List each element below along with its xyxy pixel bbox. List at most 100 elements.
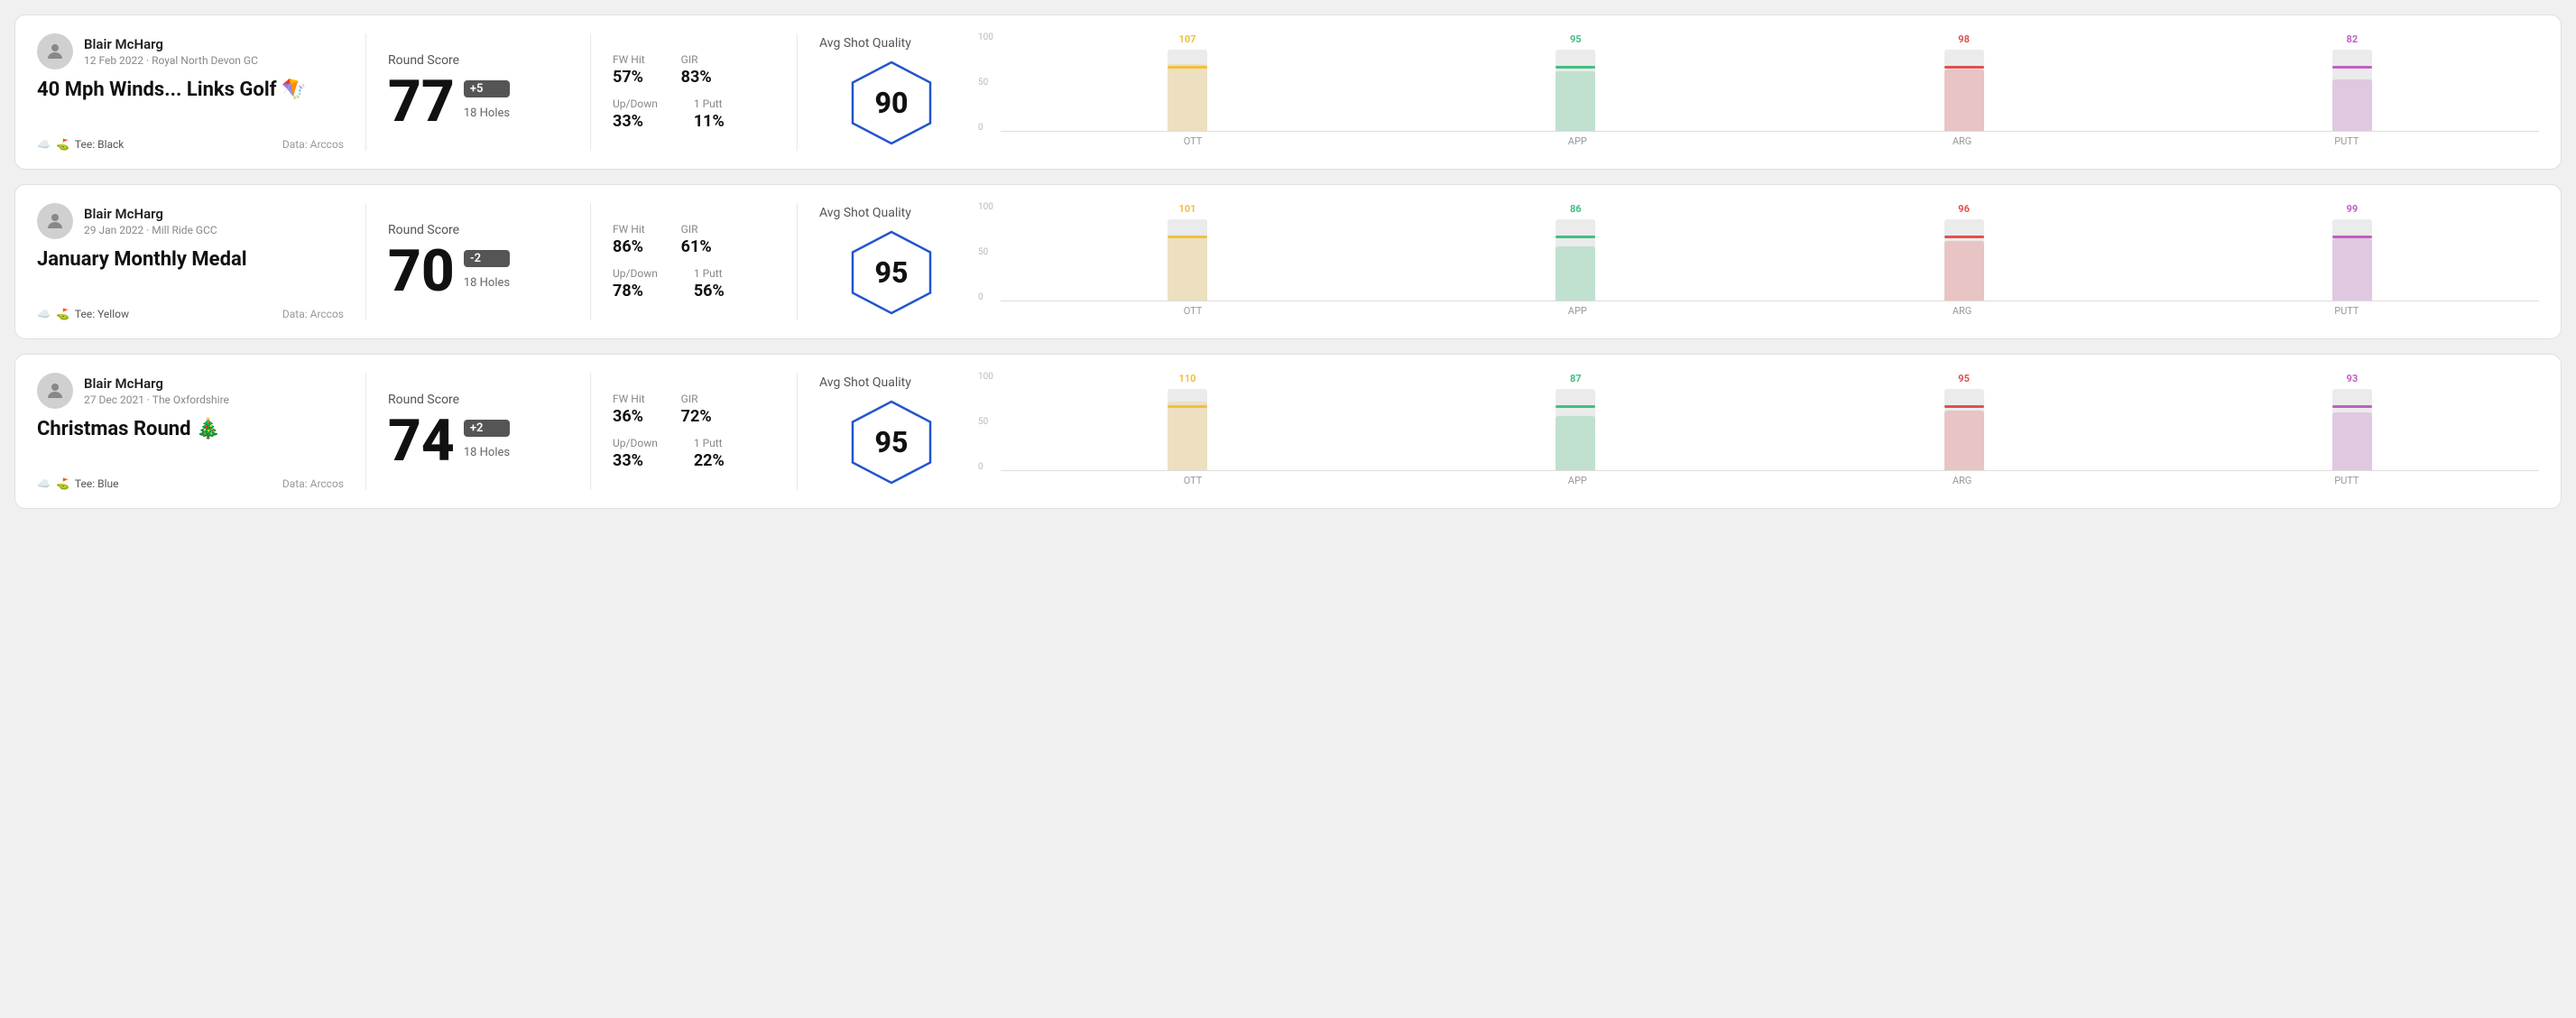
cloud-icon: ☁️ [37, 477, 51, 490]
stat-oneputt: 1 Putt 11% [694, 97, 725, 131]
bar-group-putt: 93 [2165, 373, 2539, 470]
bar-value: 93 [2347, 373, 2359, 384]
gir-label: GIR [681, 393, 712, 405]
updown-value: 33% [613, 112, 658, 131]
card-chart: 100 50 0 110 87 [964, 373, 2539, 490]
stat-gir: GIR 83% [681, 53, 712, 87]
card-score: Round Score 74 +2 18 Holes [388, 373, 568, 490]
stats-row-1: FW Hit 86% GIR 61% [613, 223, 775, 256]
user-name: Blair McHarg [84, 206, 217, 222]
y-label-50: 50 [978, 418, 993, 427]
divider [590, 203, 591, 320]
bar-line [2332, 405, 2372, 408]
card-score: Round Score 70 -2 18 Holes [388, 203, 568, 320]
chart-y-axis: 100 50 0 [978, 373, 997, 472]
round-title: 40 Mph Winds... Links Golf 🪁 [37, 79, 344, 101]
divider [590, 373, 591, 490]
bar-value: 86 [1570, 203, 1582, 215]
round-title: Christmas Round 🎄 [37, 418, 344, 440]
chart-wrapper: 100 50 0 107 95 [978, 33, 2539, 151]
score-row: 77 +5 18 Holes [388, 73, 568, 131]
bag-icon: ⛳ [56, 477, 69, 490]
fw-hit-label: FW Hit [613, 223, 645, 236]
bar-value: 87 [1570, 373, 1582, 384]
bar-group-ott: 110 [1001, 373, 1374, 470]
card-left: Blair McHarg 29 Jan 2022 · Mill Ride GCC… [37, 203, 344, 320]
chart-axis-labels: OTTAPPARGPUTT [1001, 475, 2539, 486]
axis-label: APP [1385, 135, 1769, 147]
stat-gir: GIR 72% [681, 393, 712, 426]
bar-bg [1944, 219, 1984, 301]
bar-line [1556, 236, 1595, 238]
gir-value: 83% [681, 68, 712, 87]
bar-line [1944, 236, 1984, 238]
bar-group-arg: 95 [1777, 373, 2150, 470]
card-quality: Avg Shot Quality 95 [819, 373, 964, 490]
stat-oneputt: 1 Putt 22% [694, 437, 725, 470]
score-sub: +5 18 Holes [464, 80, 510, 131]
bar-fill [2332, 79, 2372, 131]
bar-value: 96 [1958, 203, 1970, 215]
card-stats: FW Hit 57% GIR 83% Up/Down 33% 1 Putt [613, 33, 775, 151]
tee-label: Tee: Black [75, 138, 124, 151]
user-info: Blair McHarg 27 Dec 2021 · The Oxfordshi… [37, 373, 344, 409]
score-label: Round Score [388, 393, 568, 407]
chart-y-axis: 100 50 0 [978, 33, 997, 133]
bar-value: 95 [1570, 33, 1582, 45]
user-icon [44, 210, 66, 232]
card-left: Blair McHarg 27 Dec 2021 · The Oxfordshi… [37, 373, 344, 490]
user-details: Blair McHarg 12 Feb 2022 · Royal North D… [84, 36, 258, 67]
bar-group-ott: 101 [1001, 203, 1374, 301]
user-info: Blair McHarg 12 Feb 2022 · Royal North D… [37, 33, 344, 69]
chart-axis-labels: OTTAPPARGPUTT [1001, 135, 2539, 147]
updown-value: 78% [613, 282, 658, 301]
axis-label: ARG [1769, 475, 2154, 486]
bar-line [1944, 405, 1984, 408]
gir-label: GIR [681, 223, 712, 236]
data-source: Data: Arccos [282, 308, 344, 320]
bar-value: 110 [1179, 373, 1196, 384]
updown-label: Up/Down [613, 267, 658, 280]
axis-label: OTT [1001, 135, 1385, 147]
chart-y-axis: 100 50 0 [978, 203, 997, 302]
stats-row-2: Up/Down 33% 1 Putt 11% [613, 97, 775, 131]
tee-label: Tee: Yellow [75, 308, 129, 320]
y-label-50: 50 [978, 79, 993, 88]
bar-line [2332, 66, 2372, 69]
card-stats: FW Hit 36% GIR 72% Up/Down 33% 1 Putt [613, 373, 775, 490]
user-name: Blair McHarg [84, 36, 258, 52]
bar-bg [1944, 389, 1984, 470]
axis-label: OTT [1001, 475, 1385, 486]
chart-wrapper: 100 50 0 110 87 [978, 373, 2539, 490]
bar-group-app: 86 [1389, 203, 1762, 301]
data-source: Data: Arccos [282, 477, 344, 490]
quality-score: 90 [875, 86, 909, 120]
bar-line [1556, 66, 1595, 69]
card-footer: ☁️ ⛳ Tee: Black Data: Arccos [37, 138, 344, 151]
y-label-0: 0 [978, 293, 993, 302]
bar-line [1168, 236, 1207, 238]
chart-wrapper: 100 50 0 101 86 [978, 203, 2539, 320]
y-label-0: 0 [978, 463, 993, 472]
axis-label: APP [1385, 475, 1769, 486]
stats-row-1: FW Hit 57% GIR 83% [613, 53, 775, 87]
quality-score: 95 [875, 425, 909, 459]
bar-bg [1168, 219, 1207, 301]
tee-info: ☁️ ⛳ Tee: Blue [37, 477, 118, 490]
axis-label: ARG [1769, 305, 2154, 317]
divider [797, 33, 798, 151]
bar-group-putt: 82 [2165, 33, 2539, 131]
bar-fill [1556, 246, 1595, 301]
bar-fill [1168, 64, 1207, 131]
user-details: Blair McHarg 27 Dec 2021 · The Oxfordshi… [84, 375, 229, 406]
bar-line [1168, 405, 1207, 408]
hexagon-container: 95 [846, 397, 937, 487]
bar-group-app: 87 [1389, 373, 1762, 470]
axis-label: OTT [1001, 305, 1385, 317]
quality-score: 95 [875, 255, 909, 290]
card-chart: 100 50 0 107 95 [964, 33, 2539, 151]
round-card: Blair McHarg 27 Dec 2021 · The Oxfordshi… [14, 354, 2562, 509]
stat-updown: Up/Down 33% [613, 97, 658, 131]
card-footer: ☁️ ⛳ Tee: Blue Data: Arccos [37, 477, 344, 490]
stat-oneputt: 1 Putt 56% [694, 267, 725, 301]
